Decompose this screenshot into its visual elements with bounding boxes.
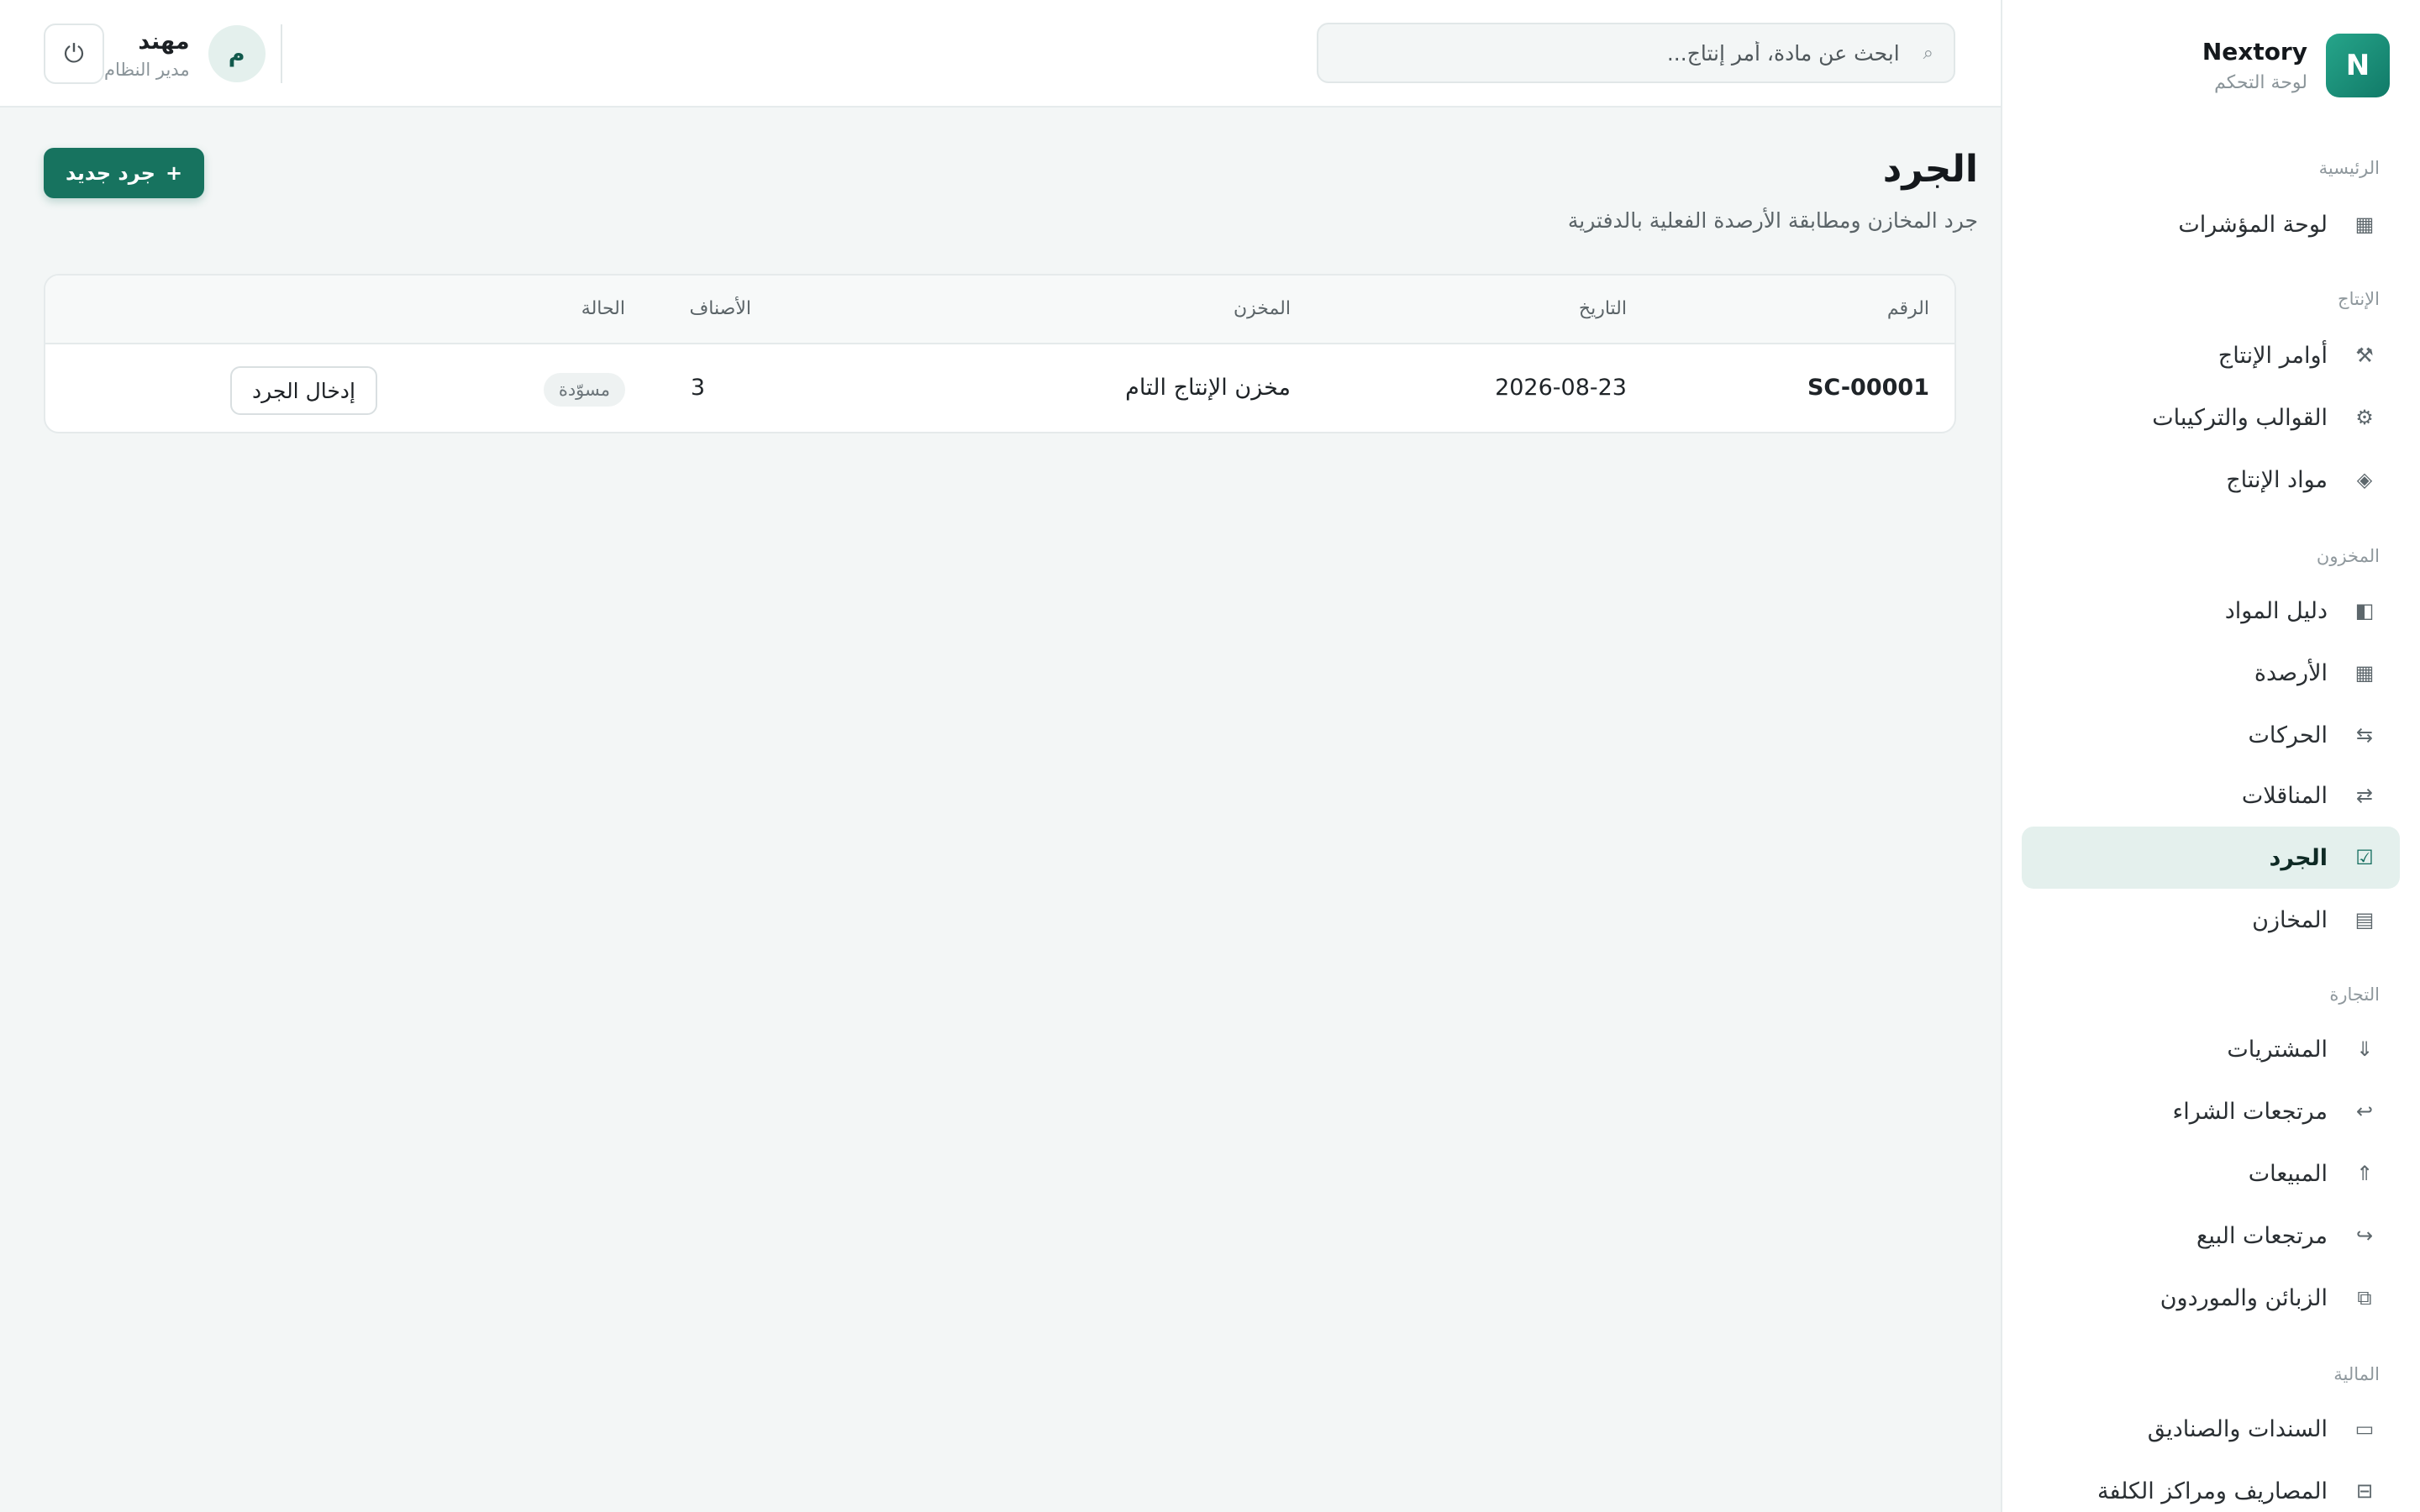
new-stock-count-button[interactable]: + جرد جديد — [44, 148, 205, 198]
page-title: الجرد — [1882, 148, 1978, 191]
worker-icon: ⚒ — [2355, 344, 2374, 367]
sidebar-item-label: دليل المواد — [2224, 597, 2328, 624]
nav-group-label-production: الإنتاج — [2338, 289, 2380, 309]
brand-name: Nextory — [2202, 38, 2307, 66]
stock-count-table: الرقم التاريخ المخزن الأصناف الحالة SC-0… — [44, 274, 1956, 433]
column-header-status[interactable]: الحالة — [581, 298, 625, 319]
arrow-down-icon: ⇓ — [2355, 1037, 2374, 1061]
sidebar-item-label: الأرصدة — [2254, 659, 2328, 686]
brand-subtitle: لوحة التحكم — [2214, 72, 2307, 93]
sidebar-item-production-orders[interactable]: ⚒ أوامر الإنتاج — [2022, 324, 2400, 386]
sidebar-item-dashboard[interactable]: ▦ لوحة المؤشرات — [2022, 193, 2400, 255]
nav-group-label-main: الرئيسية — [2318, 158, 2380, 178]
sidebar-item-label: المخازن — [2252, 906, 2328, 933]
sidebar-item-contacts[interactable]: ⧉ الزبائن والموردون — [2022, 1267, 2400, 1329]
search-input[interactable] — [1361, 40, 1900, 66]
sidebar-item-label: المناقلات — [2241, 782, 2328, 809]
sidebar-item-label: أوامر الإنتاج — [2217, 342, 2328, 369]
sidebar-item-stock-count[interactable]: ☑ الجرد — [2022, 827, 2400, 889]
sidebar-item-balances[interactable]: ▦ الأرصدة — [2022, 642, 2400, 704]
sidebar-item-label: القوالب والتركيبات — [2152, 404, 2328, 431]
sidebar-item-label: الزبائن والموردون — [2160, 1284, 2328, 1311]
return-icon: ↩ — [2355, 1100, 2374, 1123]
cash-icon: ▭ — [2354, 1417, 2375, 1441]
column-header-date[interactable]: التاريخ — [1579, 298, 1627, 319]
sidebar-item-vouchers[interactable]: ▭ السندات والصناديق — [2022, 1398, 2400, 1460]
row-code[interactable]: SC-00001 — [1807, 375, 1929, 401]
return-forward-icon: ↪ — [2355, 1224, 2374, 1247]
sidebar-item-materials-catalog[interactable]: ◧ دليل المواد — [2022, 580, 2400, 642]
sidebar-item-label: المبيعات — [2248, 1160, 2328, 1187]
nav-group-label-trade: التجارة — [2329, 984, 2380, 1005]
sidebar-item-label: الحركات — [2248, 722, 2328, 748]
sidebar-item-sales-returns[interactable]: ↪ مرتجعات البيع — [2022, 1205, 2400, 1267]
brand[interactable]: N Nextory لوحة التحكم — [2202, 34, 2390, 97]
status-badge: مسوّدة — [543, 373, 625, 407]
contacts-icon: ⧉ — [2357, 1286, 2372, 1310]
plus-icon: + — [165, 161, 183, 185]
avatar[interactable]: م — [208, 25, 266, 82]
enter-count-button[interactable]: إدخال الجرد — [230, 366, 377, 415]
sidebar-item-movements[interactable]: ⇆ الحركات — [2022, 704, 2400, 766]
arrow-up-icon: ⇑ — [2355, 1162, 2374, 1185]
table-row[interactable]: SC-00001 2026-08-23 مخزن الإنتاج التام 3… — [45, 346, 1954, 432]
sidebar-item-label: الجرد — [2269, 844, 2328, 871]
sidebar-item-expenses[interactable]: ⊟ المصاريف ومراكز الكلفة — [2022, 1460, 2400, 1512]
row-warehouse: مخزن الإنتاج التام — [1125, 375, 1291, 401]
grid-icon: ▦ — [2354, 213, 2375, 236]
column-header-items[interactable]: الأصناف — [690, 298, 752, 319]
sidebar-item-label: المصاريف ومراكز الكلفة — [2096, 1478, 2328, 1504]
sidebar-item-label: المشتريات — [2227, 1036, 2328, 1063]
page-subtitle: جرد المخازن ومطابقة الأرصدة الفعلية بالد… — [1567, 208, 1978, 233]
sidebar-item-label: السندات والصناديق — [2147, 1415, 2328, 1442]
nav-group-label-inventory: المخزون — [2316, 546, 2380, 566]
nav-group-label-finance: المالية — [2333, 1364, 2380, 1384]
table-header: الرقم التاريخ المخزن الأصناف الحالة — [45, 276, 1954, 344]
sidebar-item-purchases[interactable]: ⇓ المشتريات — [2022, 1018, 2400, 1080]
user-menu: ⏻ مهند مدير النظام م — [44, 24, 301, 84]
sidebar-item-purchase-returns[interactable]: ↩ مرتجعات الشراء — [2022, 1080, 2400, 1142]
sidebar-item-label: مرتجعات الشراء — [2172, 1098, 2328, 1125]
transfer-icon: ⇄ — [2355, 784, 2374, 807]
sidebar-item-label: لوحة المؤشرات — [2178, 211, 2328, 238]
user-name: مهند — [138, 28, 190, 55]
sidebar-item-transfers[interactable]: ⇄ المناقلات — [2022, 764, 2400, 827]
sidebar-item-production-materials[interactable]: ◈ مواد الإنتاج — [2022, 449, 2400, 511]
sidebar-item-label: مرتجعات البيع — [2196, 1222, 2328, 1249]
sidebar-item-sales[interactable]: ⇑ المبيعات — [2022, 1142, 2400, 1205]
column-header-code[interactable]: الرقم — [1887, 298, 1929, 319]
brand-logo: N — [2326, 34, 2390, 97]
column-header-warehouse[interactable]: المخزن — [1234, 298, 1291, 319]
book-icon: ◧ — [2354, 599, 2375, 622]
new-stock-count-label: جرد جديد — [66, 161, 155, 185]
grid-icon: ▦ — [2354, 661, 2375, 685]
row-date: 2026-08-23 — [1495, 375, 1627, 401]
topbar: ⌕ ⏻ مهند مدير النظام م — [0, 0, 2001, 108]
search-icon: ⌕ — [1923, 42, 1933, 64]
sidebar-item-templates[interactable]: ⚙ القوالب والتركيبات — [2022, 386, 2400, 449]
power-icon: ⏻ — [64, 39, 84, 69]
user-role: مدير النظام — [104, 59, 190, 80]
user-meta: مهند مدير النظام — [104, 29, 190, 80]
gear-icon: ⚙ — [2355, 406, 2374, 429]
sidebar-item-label: مواد الإنتاج — [2226, 466, 2328, 493]
row-items-count: 3 — [690, 375, 705, 401]
logout-button[interactable]: ⏻ — [44, 24, 104, 84]
ledger-icon: ⊟ — [2355, 1479, 2374, 1503]
sidebar: N Nextory لوحة التحكم الرئيسية ▦ لوحة ال… — [2001, 0, 2420, 1512]
movements-icon: ⇆ — [2355, 723, 2374, 747]
search-box[interactable]: ⌕ — [1317, 23, 1955, 83]
sidebar-item-warehouses[interactable]: ▤ المخازن — [2022, 889, 2400, 951]
divider — [280, 24, 282, 83]
warehouse-icon: ▤ — [2354, 908, 2375, 932]
checkbox-icon: ☑ — [2355, 846, 2374, 869]
diamond-icon: ◈ — [2356, 468, 2373, 491]
